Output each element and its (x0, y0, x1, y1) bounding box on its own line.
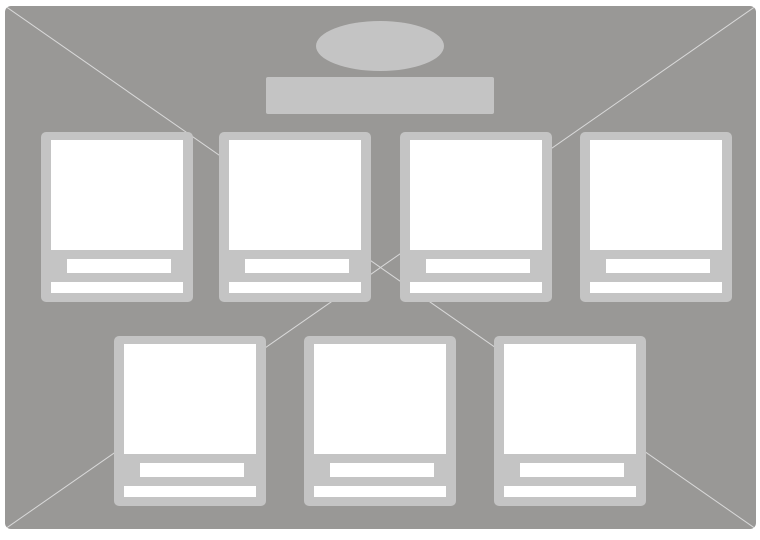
card-thumbnail (590, 140, 722, 250)
card-subcaption (124, 486, 256, 497)
wireframe-canvas (5, 6, 756, 529)
card-subcaption (229, 282, 361, 293)
card-1[interactable] (41, 132, 193, 302)
card-caption (606, 259, 710, 273)
card-6[interactable] (304, 336, 456, 506)
card-thumbnail (124, 344, 256, 454)
card-caption (426, 259, 530, 273)
card-subcaption (410, 282, 542, 293)
card-subcaption (590, 282, 722, 293)
logo-placeholder (316, 21, 444, 71)
card-7[interactable] (494, 336, 646, 506)
banner-placeholder (266, 77, 494, 114)
card-caption (330, 463, 434, 477)
card-thumbnail (314, 344, 446, 454)
card-5[interactable] (114, 336, 266, 506)
card-thumbnail (410, 140, 542, 250)
card-3[interactable] (400, 132, 552, 302)
card-caption (520, 463, 624, 477)
card-caption (245, 259, 349, 273)
card-thumbnail (51, 140, 183, 250)
card-thumbnail (504, 344, 636, 454)
card-caption (140, 463, 244, 477)
card-caption (67, 259, 171, 273)
card-subcaption (314, 486, 446, 497)
card-thumbnail (229, 140, 361, 250)
card-subcaption (504, 486, 636, 497)
card-4[interactable] (580, 132, 732, 302)
card-2[interactable] (219, 132, 371, 302)
card-subcaption (51, 282, 183, 293)
